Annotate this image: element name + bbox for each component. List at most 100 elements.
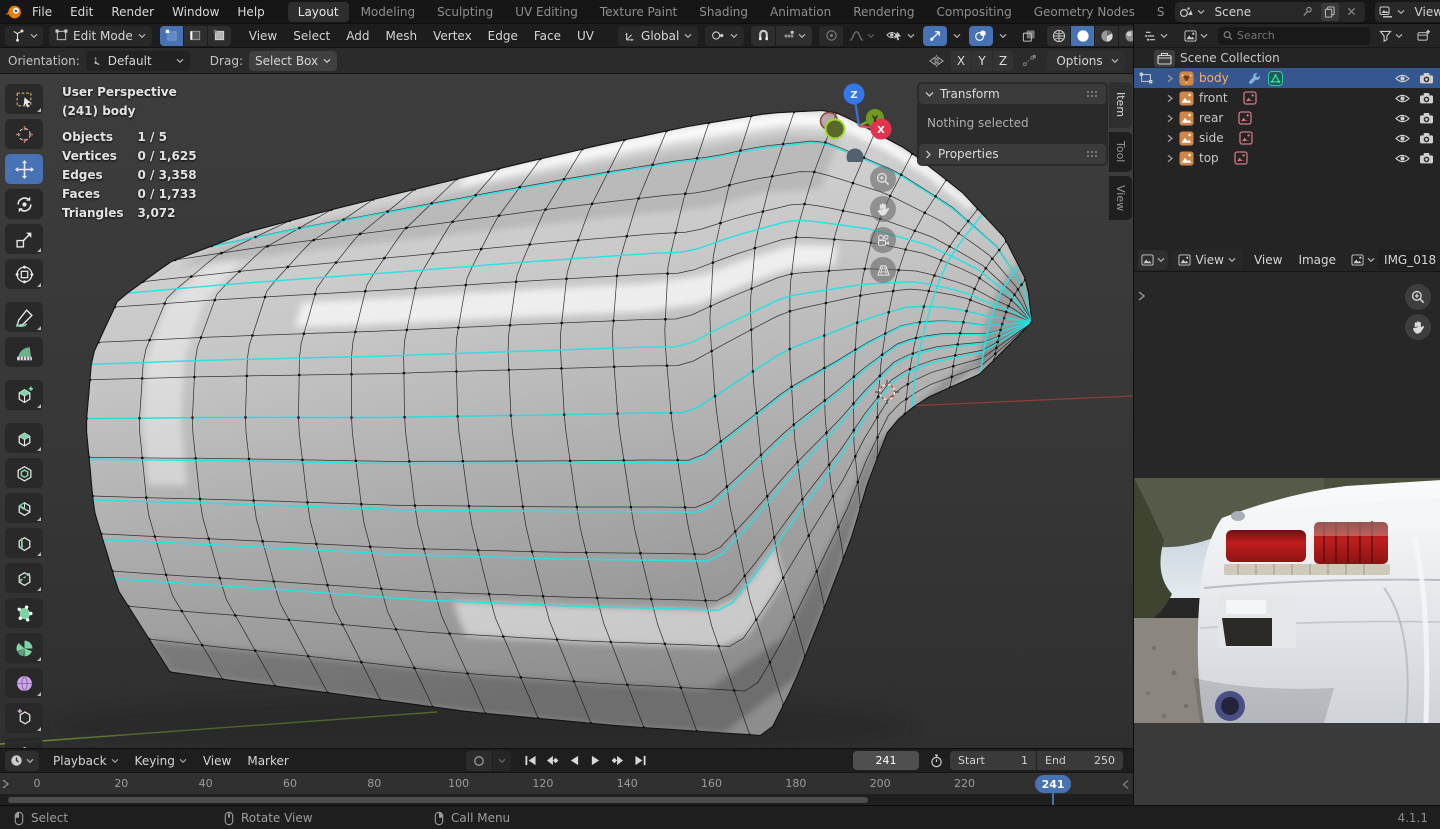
transform-orientation-dropdown[interactable]: Global: [618, 26, 698, 46]
image-data-icon[interactable]: [1238, 111, 1252, 125]
hide-viewport-icon[interactable]: [1395, 153, 1410, 164]
mesh-data-icon[interactable]: [1268, 71, 1283, 86]
expand-chevron-icon[interactable]: [1166, 114, 1174, 123]
image-data-icon[interactable]: [1239, 131, 1253, 145]
workspace-tab-modeling[interactable]: Modeling: [351, 2, 426, 22]
workspace-tab-sculpting[interactable]: Sculpting: [427, 2, 503, 22]
mirror-x-button[interactable]: X: [951, 51, 971, 71]
tool-add-cube[interactable]: [5, 380, 43, 410]
timeline-menu-playback[interactable]: Playback: [45, 749, 127, 773]
use-preview-range-button[interactable]: [925, 751, 947, 771]
sidebar-tab-item[interactable]: Item: [1109, 82, 1132, 128]
outliner-row-rear[interactable]: rear: [1134, 108, 1440, 128]
image-name-field[interactable]: IMG_018: [1378, 250, 1436, 270]
image-data-icon[interactable]: [1234, 151, 1248, 165]
start-frame-field[interactable]: Start 1: [950, 751, 1036, 770]
viewport-menu-face[interactable]: Face: [526, 24, 569, 48]
snap-target-dropdown[interactable]: [776, 26, 812, 46]
tool-orientation-dropdown[interactable]: Default: [86, 51, 190, 71]
hide-viewport-icon[interactable]: [1395, 93, 1410, 104]
viewport-menu-select[interactable]: Select: [285, 24, 338, 48]
sidebar-tab-tool[interactable]: Tool: [1109, 132, 1132, 172]
tool-transform[interactable]: [5, 259, 43, 289]
play-reverse-button[interactable]: [564, 751, 584, 771]
shading-solid-button[interactable]: [1071, 26, 1094, 46]
topbar-menu-file[interactable]: File: [23, 2, 61, 22]
xray-toggle-button[interactable]: [1017, 26, 1041, 46]
image-data-icon[interactable]: [1243, 91, 1257, 105]
disable-render-icon[interactable]: [1419, 132, 1434, 144]
expand-chevron-icon[interactable]: [1166, 74, 1174, 83]
timeline-expand-icon[interactable]: [1, 778, 10, 790]
panel-grip-icon[interactable]: [1086, 150, 1100, 158]
gizmos-toggle-button[interactable]: [923, 26, 947, 46]
visibility-dropdown[interactable]: [882, 26, 919, 46]
workspace-tab-texture-paint[interactable]: Texture Paint: [590, 2, 687, 22]
topbar-menu-render[interactable]: Render: [102, 2, 163, 22]
image-zoom-button[interactable]: [1405, 284, 1431, 310]
tool-select-box[interactable]: [5, 84, 43, 114]
tool-rip[interactable]: [5, 703, 43, 733]
modifier-wrench-icon[interactable]: [1248, 72, 1261, 85]
prev-keyframe-button[interactable]: [542, 751, 562, 771]
image-panel-expand-icon[interactable]: [1137, 290, 1146, 302]
navigation-gizmo[interactable]: Z Y X: [805, 82, 915, 162]
viewport-menu-uv[interactable]: UV: [569, 24, 602, 48]
jump-to-end-button[interactable]: [630, 751, 650, 771]
gizmo-minus-z[interactable]: [847, 149, 864, 163]
expand-chevron-icon[interactable]: [1166, 134, 1174, 143]
camera-view-button[interactable]: [870, 227, 896, 253]
hide-viewport-icon[interactable]: [1395, 73, 1410, 84]
zoom-button[interactable]: [870, 166, 896, 192]
search-input[interactable]: [1237, 29, 1365, 42]
outliner-row-side[interactable]: side: [1134, 128, 1440, 148]
gizmos-dropdown[interactable]: [949, 26, 965, 46]
timeline-menu-view[interactable]: View: [195, 749, 239, 773]
play-button[interactable]: [586, 751, 606, 771]
tool-cursor[interactable]: [5, 119, 43, 149]
next-keyframe-button[interactable]: [608, 751, 628, 771]
mirror-icon[interactable]: [928, 54, 945, 68]
edge-select-mode-button[interactable]: [184, 26, 207, 46]
tool-scale[interactable]: [5, 224, 43, 254]
tool-inset[interactable]: [5, 458, 43, 488]
overlays-dropdown[interactable]: [995, 26, 1011, 46]
pin-icon[interactable]: [1299, 3, 1317, 21]
timeline-collapse-icon[interactable]: [1122, 779, 1130, 790]
outliner-row-top[interactable]: top: [1134, 148, 1440, 168]
end-frame-field[interactable]: End 250: [1037, 751, 1123, 770]
mirror-z-button[interactable]: Z: [993, 51, 1013, 71]
vertex-select-mode-button[interactable]: [160, 26, 183, 46]
timeline-ruler[interactable]: 241 020406080100120140160180200220: [0, 773, 1133, 795]
current-frame-field[interactable]: 241: [853, 751, 919, 770]
hide-viewport-icon[interactable]: [1395, 133, 1410, 144]
shading-wireframe-button[interactable]: [1047, 26, 1070, 46]
workspace-tab-rendering[interactable]: Rendering: [843, 2, 924, 22]
disable-render-icon[interactable]: [1419, 152, 1434, 164]
outliner-filter-mode-button[interactable]: [1178, 26, 1214, 46]
transform-panel-header[interactable]: Transform: [919, 84, 1106, 104]
viewport-menu-edge[interactable]: Edge: [480, 24, 526, 48]
perspective-toggle-button[interactable]: [870, 257, 896, 283]
tool-move[interactable]: [5, 154, 43, 184]
snap-base-icon[interactable]: [1021, 54, 1037, 68]
snap-toggle-button[interactable]: [751, 26, 775, 46]
viewlayer-selector[interactable]: ViewLayer: [1375, 2, 1440, 22]
workspace-tab-compositing[interactable]: Compositing: [926, 2, 1021, 22]
auto-keying-toggle[interactable]: [466, 751, 492, 771]
mirror-y-button[interactable]: Y: [972, 51, 992, 71]
image-pan-button[interactable]: [1405, 314, 1431, 340]
timeline-scrollbar[interactable]: [8, 797, 868, 803]
workspace-tab-animation[interactable]: Animation: [760, 2, 841, 22]
pivot-point-dropdown[interactable]: [705, 26, 744, 46]
panel-grip-icon[interactable]: [1086, 90, 1100, 98]
tool-annotate[interactable]: [5, 302, 43, 332]
tool-measure[interactable]: [5, 337, 43, 367]
tool-edge-slide[interactable]: [5, 738, 43, 748]
workspace-tab-layout[interactable]: Layout: [288, 2, 349, 22]
disable-render-icon[interactable]: [1419, 92, 1434, 104]
outliner-filter-button[interactable]: [1374, 26, 1408, 46]
disable-render-icon[interactable]: [1419, 72, 1434, 84]
topbar-menu-help[interactable]: Help: [228, 2, 273, 22]
topbar-menu-window[interactable]: Window: [163, 2, 228, 22]
